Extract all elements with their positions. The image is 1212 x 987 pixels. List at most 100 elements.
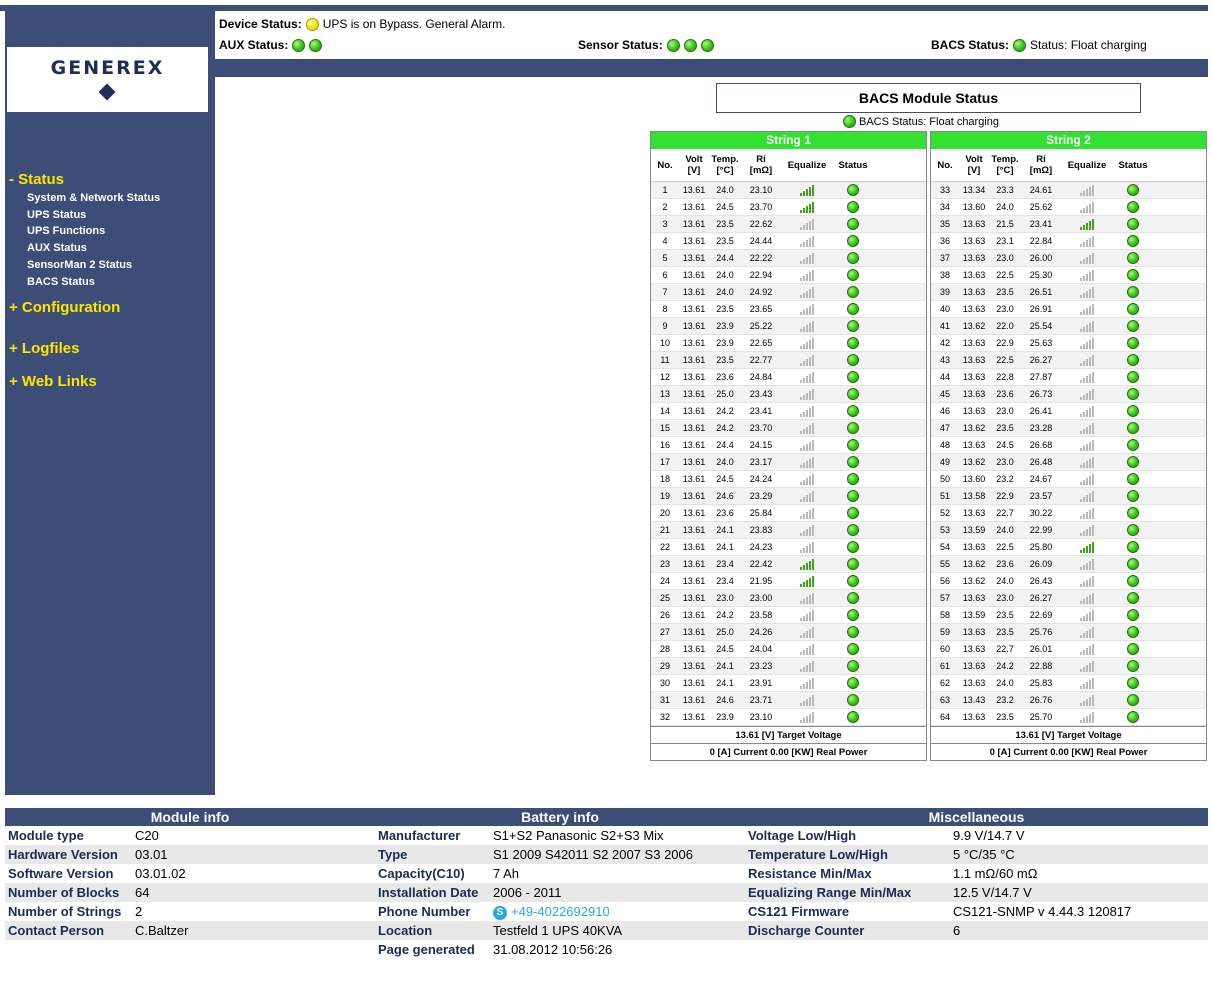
cell-temp: 23.6 — [996, 559, 1014, 569]
cell-equalize — [781, 354, 833, 366]
nav-ups-status[interactable]: UPS Status — [27, 209, 86, 221]
equalize-bars-icon — [800, 592, 814, 604]
status-ok-icon — [1127, 575, 1139, 587]
cell-temp: 23.0 — [996, 253, 1014, 263]
battery-label: Page generated — [378, 942, 475, 957]
logo[interactable]: GENEREX — [7, 47, 208, 112]
status-ok-icon — [1127, 269, 1139, 281]
cell-status — [833, 184, 873, 196]
cell-ri: 24.67 — [1029, 474, 1053, 484]
nav-bacs-status[interactable]: BACS Status — [27, 276, 95, 288]
phone-link[interactable]: +49-4022692910 — [511, 904, 610, 919]
cell-no: 30 — [659, 678, 670, 688]
cell-equalize — [781, 609, 833, 621]
status-ok-icon — [1127, 422, 1139, 434]
equalize-bars-icon — [800, 677, 814, 689]
table-row: 60 13.63 22.7 26.01 — [931, 641, 1206, 658]
battery-value: S +49-4022692910 — [493, 902, 745, 921]
info-row: Number of Blocks 64 Installation Date 2006 … — [5, 883, 1208, 902]
cell-ri: 25.84 — [749, 508, 773, 518]
equalize-bars-icon — [1080, 354, 1094, 366]
cell-temp: 23.2 — [996, 695, 1014, 705]
cell-volt: 13.61 — [682, 236, 706, 246]
nav-system-network-status[interactable]: System & Network Status — [27, 192, 160, 204]
cell-status — [833, 626, 873, 638]
table-row: 30 13.61 24.1 23.91 — [651, 675, 926, 692]
cell-volt: 13.61 — [682, 474, 706, 484]
cell-ri: 23.00 — [749, 593, 773, 603]
nav-aux-status[interactable]: AUX Status — [27, 242, 87, 254]
cell-ri: 26.00 — [1029, 253, 1053, 263]
cell-volt: 13.61 — [682, 219, 706, 229]
cell-status — [1113, 626, 1153, 638]
cell-ri: 24.15 — [749, 440, 773, 450]
cell-status — [1113, 660, 1153, 672]
info-row: Contact Person C.Baltzer Location Testfeld … — [5, 921, 1208, 940]
status-ok-icon — [1127, 541, 1139, 553]
col-ri-unit: [mΩ] — [1029, 165, 1053, 176]
status-ok-icon — [1127, 252, 1139, 264]
cell-no: 40 — [939, 304, 950, 314]
cell-equalize — [781, 660, 833, 672]
table-row: 4 13.61 23.5 24.44 — [651, 233, 926, 250]
nav-configuration[interactable]: + Configuration — [9, 299, 120, 316]
header-band — [215, 59, 1208, 77]
cell-temp: 23.5 — [716, 355, 734, 365]
cell-status — [833, 371, 873, 383]
cell-no: 48 — [939, 440, 950, 450]
cell-temp: 24.1 — [716, 542, 734, 552]
cell-volt: 13.61 — [682, 576, 706, 586]
equalize-bars-icon — [1080, 405, 1094, 417]
col-status: Status — [1118, 159, 1148, 171]
cell-status — [833, 524, 873, 536]
col-equalize: Equalize — [1067, 159, 1107, 171]
cell-volt: 13.61 — [682, 202, 706, 212]
cell-temp: 24.0 — [996, 525, 1014, 535]
cell-volt: 13.43 — [962, 695, 986, 705]
cell-ri: 22.22 — [749, 253, 773, 263]
table-row: 57 13.63 23.0 26.27 — [931, 590, 1206, 607]
cell-volt: 13.61 — [682, 423, 706, 433]
equalize-bars-icon — [800, 218, 814, 230]
cell-temp: 22.0 — [996, 321, 1014, 331]
cell-no: 17 — [659, 457, 670, 467]
cell-volt: 13.60 — [962, 202, 986, 212]
battery-label: Location — [378, 923, 433, 938]
equalize-bars-icon — [800, 490, 814, 502]
cell-no: 19 — [659, 491, 670, 501]
table-row: 22 13.61 24.1 24.23 — [651, 539, 926, 556]
cell-status — [1113, 507, 1153, 519]
cell-temp: 24.0 — [716, 457, 734, 467]
nav-web-links[interactable]: + Web Links — [9, 373, 97, 390]
status-ok-icon — [847, 507, 859, 519]
cell-ri: 23.17 — [749, 457, 773, 467]
cell-ri: 23.58 — [749, 610, 773, 620]
col-temp-unit: [°C] — [716, 165, 734, 176]
nav-sensorman-status[interactable]: SensorMan 2 Status — [27, 259, 132, 271]
status-ok-icon — [847, 371, 859, 383]
cell-ri: 26.27 — [1029, 355, 1053, 365]
misc-label: Discharge Counter — [748, 923, 865, 938]
info-panel: Module info Battery info Miscellaneous M… — [5, 808, 1208, 987]
cell-ri: 24.23 — [749, 542, 773, 552]
nav-status[interactable]: - Status — [9, 171, 64, 188]
cell-equalize — [1061, 422, 1113, 434]
status-ok-icon — [1127, 235, 1139, 247]
cell-no: 3 — [662, 219, 668, 229]
cell-temp: 23.9 — [716, 321, 734, 331]
table-row: 64 13.63 23.5 25.70 — [931, 709, 1206, 726]
status-ok-icon — [847, 660, 859, 672]
cell-volt: 13.61 — [682, 559, 706, 569]
info-header: Module info Battery info Miscellaneous — [5, 808, 1208, 826]
info-row: Module type C20 Manufacturer S1+S2 Panasoni… — [5, 826, 1208, 845]
cell-no: 60 — [939, 644, 950, 654]
cell-equalize — [781, 507, 833, 519]
equalize-bars-icon — [800, 609, 814, 621]
skype-icon[interactable]: S — [493, 905, 507, 920]
cell-status — [833, 609, 873, 621]
cell-status — [833, 235, 873, 247]
nav-logfiles[interactable]: + Logfiles — [9, 340, 79, 357]
nav-ups-functions[interactable]: UPS Functions — [27, 225, 105, 237]
cell-no: 34 — [939, 202, 950, 212]
cell-equalize — [781, 541, 833, 553]
